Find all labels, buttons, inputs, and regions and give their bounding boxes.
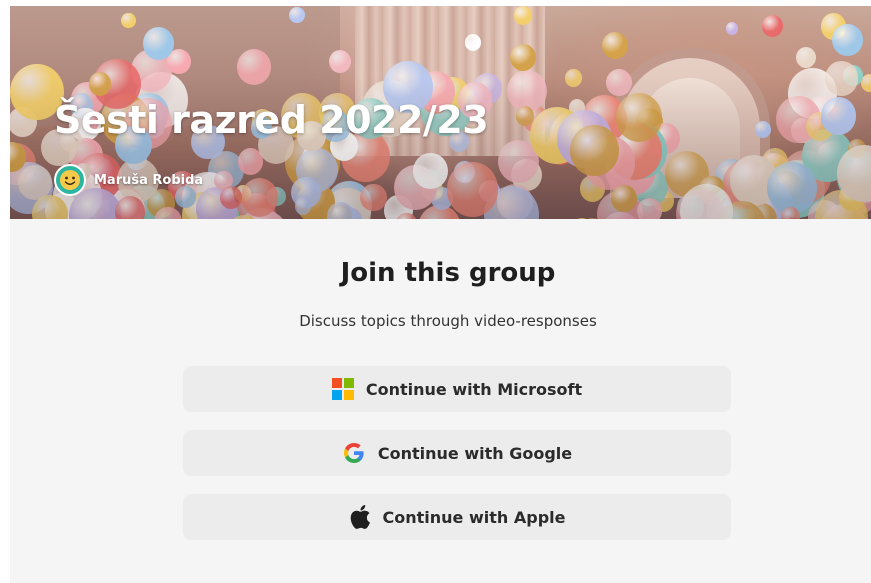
balloon-decoration (761, 14, 784, 38)
smiley-avatar-icon (54, 164, 86, 196)
google-button-label: Continue with Google (377, 443, 573, 463)
balloon-decoration (142, 26, 175, 60)
join-subheading: Discuss topics through video-responses (299, 312, 597, 330)
balloon-decoration (725, 21, 739, 35)
balloon-decoration (464, 33, 481, 51)
continue-with-apple-button[interactable]: Continue with Apple (183, 494, 731, 540)
continue-with-google-button[interactable]: Continue with Google (183, 430, 731, 476)
balloon-decoration (289, 6, 305, 24)
google-logo-icon (342, 441, 366, 465)
continue-with-microsoft-button[interactable]: Continue with Microsoft (183, 366, 731, 412)
group-title: Šesti razred 2022/23 (54, 98, 489, 142)
microsoft-button-label: Continue with Microsoft (365, 379, 583, 399)
join-heading: Join this group (340, 258, 556, 288)
group-cover-banner: Šesti razred 2022/23 Maruša Robida (10, 6, 871, 219)
apple-logo-icon (349, 505, 371, 529)
microsoft-logo-icon (331, 378, 354, 400)
group-owner: Maruša Robida (54, 164, 203, 196)
join-group-card: Šesti razred 2022/23 Maruša Robida Join … (10, 6, 871, 583)
balloon-decoration (514, 6, 532, 25)
apple-button-label: Continue with Apple (382, 507, 566, 527)
balloon-decoration (795, 46, 816, 68)
owner-name: Maruša Robida (94, 172, 204, 188)
balloon-decoration (121, 13, 136, 29)
balloon-decoration (329, 49, 352, 73)
balloon-decoration (601, 31, 628, 59)
balloon-decoration (832, 23, 864, 57)
